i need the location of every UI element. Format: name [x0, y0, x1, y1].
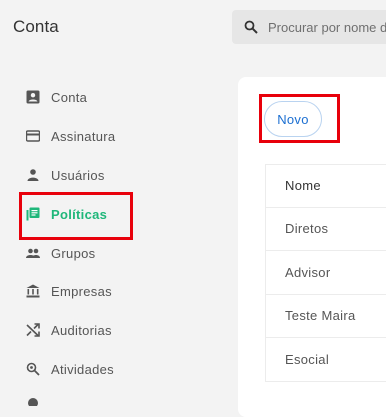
- sidebar-item-empresas[interactable]: Empresas: [26, 279, 166, 303]
- credit-card-icon: [26, 130, 40, 142]
- new-button-highlight-frame: [259, 94, 340, 143]
- sidebar-item-conta[interactable]: Conta: [26, 85, 166, 109]
- sidebar-item-auditorias[interactable]: Auditorias: [26, 318, 166, 342]
- sidebar-item-label: Auditorias: [51, 322, 112, 338]
- account-box-icon: [26, 90, 40, 104]
- table-row[interactable]: Advisor: [266, 251, 386, 295]
- sidebar-highlight-frame: [19, 192, 133, 240]
- table-row[interactable]: Esocial: [266, 338, 386, 382]
- bank-icon: [26, 284, 40, 298]
- sidebar-item-label: Grupos: [51, 245, 96, 261]
- shuffle-icon: [26, 323, 40, 337]
- group-icon: [26, 248, 40, 258]
- search-icon: [244, 20, 258, 34]
- search-input[interactable]: [268, 10, 386, 44]
- sidebar-item-label: Empresas: [51, 283, 112, 299]
- zoom-search-icon: [26, 362, 40, 376]
- sidebar-item-label: Atividades: [51, 361, 114, 377]
- sidebar-item-grupos[interactable]: Grupos: [26, 241, 166, 265]
- sidebar-item-label: Assinatura: [51, 128, 116, 144]
- partial-sidebar-icon: [28, 398, 38, 406]
- app-title: Conta: [13, 17, 59, 36]
- sidebar-item-label: Usuários: [51, 167, 105, 183]
- sidebar-item-atividades[interactable]: Atividades: [26, 357, 166, 381]
- table-row[interactable]: Teste Maira: [266, 295, 386, 338]
- sidebar-item-usuarios[interactable]: Usuários: [26, 163, 166, 187]
- column-header-nome[interactable]: Nome: [266, 164, 386, 208]
- sidebar-item-assinatura[interactable]: Assinatura: [26, 124, 166, 148]
- sidebar-item-label: Conta: [51, 89, 88, 105]
- person-icon: [27, 169, 39, 181]
- policies-table: Nome Diretos Advisor Teste Maira Esocial: [265, 164, 386, 382]
- search-bar[interactable]: [232, 10, 386, 44]
- table-row[interactable]: Diretos: [266, 208, 386, 251]
